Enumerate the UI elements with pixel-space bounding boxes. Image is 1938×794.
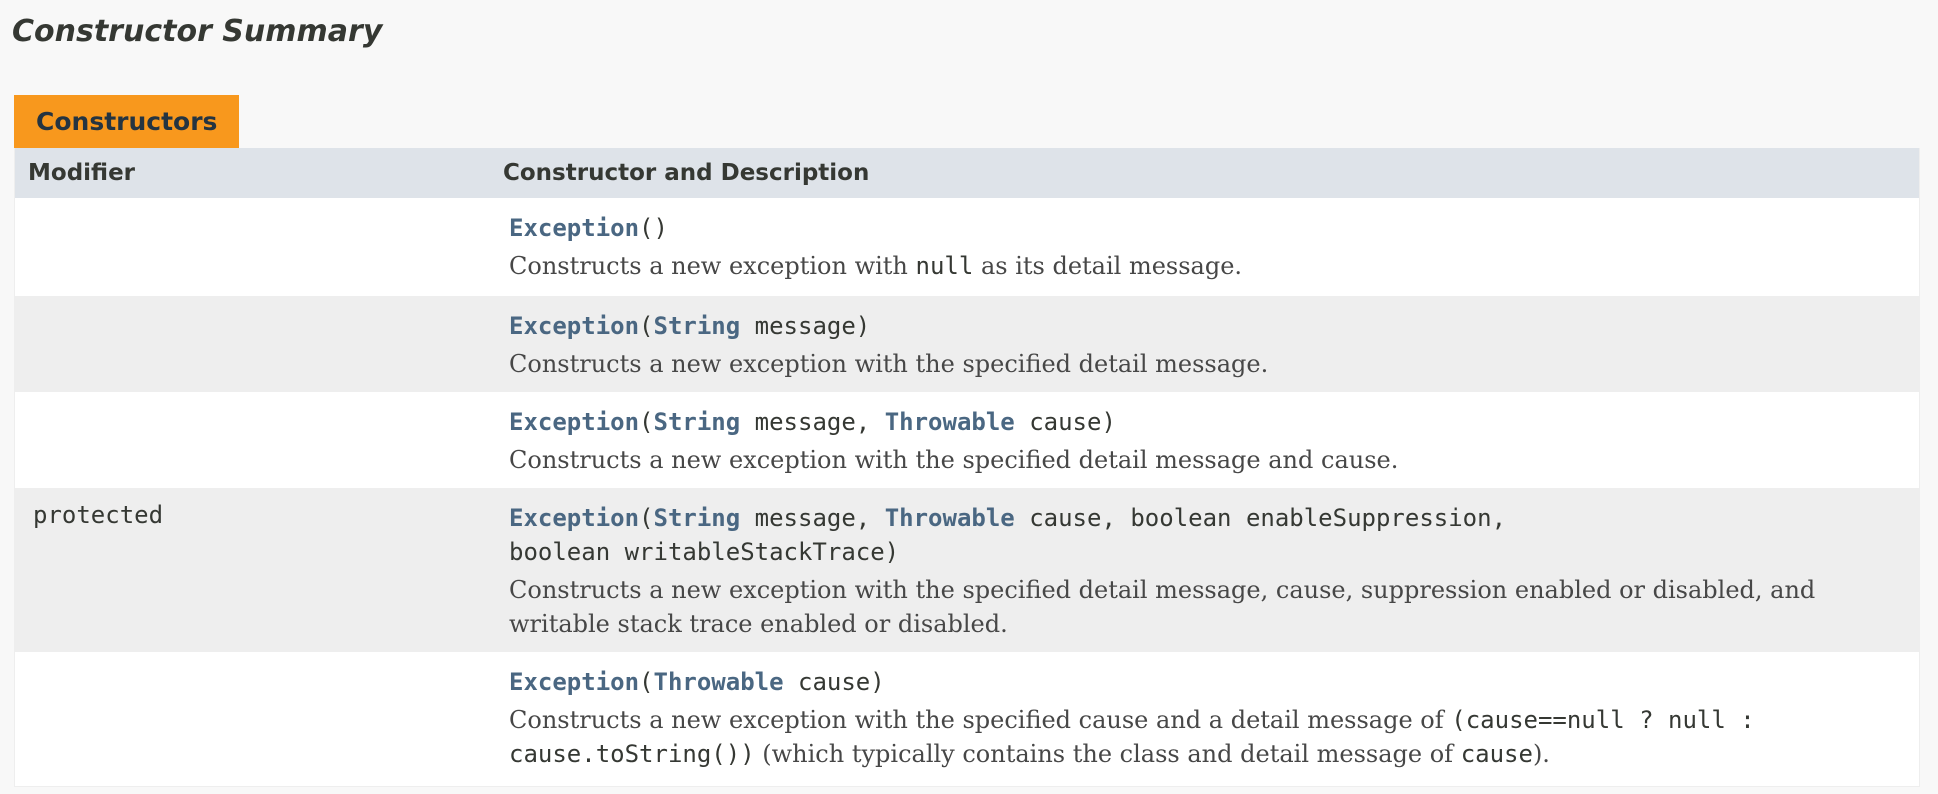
constructor-description: Constructs a new exception with the spec… <box>509 446 1399 474</box>
section-title: Constructor Summary <box>12 14 383 49</box>
signature-text: cause) <box>1014 408 1116 436</box>
modifier-cell <box>15 392 500 488</box>
constructor-cell: Exception(String message) Constructs a n… <box>500 296 1919 392</box>
description-text: Constructs a new exception with <box>509 252 916 280</box>
type-link-string[interactable]: String <box>654 408 741 436</box>
constructor-cell: Exception(String message, Throwable caus… <box>500 488 1919 652</box>
signature-text: cause, boolean enableSuppression, <box>1014 504 1507 532</box>
modifier-cell: protected <box>33 501 164 529</box>
constructor-signature: Exception() <box>509 211 1899 245</box>
constructor-cell: Exception(String message, Throwable caus… <box>500 392 1919 488</box>
type-link-throwable[interactable]: Throwable <box>654 668 784 696</box>
modifier-cell <box>15 198 500 296</box>
type-link-throwable[interactable]: Throwable <box>885 504 1015 532</box>
constructor-signature: Exception(String message, Throwable caus… <box>509 405 1899 439</box>
constructor-description: Constructs a new exception with the spec… <box>509 576 1816 638</box>
type-link-string[interactable]: String <box>654 504 741 532</box>
constructor-cell: Exception() Constructs a new exception w… <box>500 198 1919 296</box>
modifier-cell <box>15 296 500 392</box>
constructor-link[interactable]: Exception <box>509 408 639 436</box>
modifier-cell <box>15 652 500 786</box>
signature-text: cause) <box>783 668 885 696</box>
constructor-signature: Exception(String message, Throwable caus… <box>509 501 1899 569</box>
type-link-string[interactable]: String <box>654 312 741 340</box>
signature-text: ( <box>639 668 654 696</box>
constructor-link[interactable]: Exception <box>509 504 639 532</box>
signature-text: boolean writableStackTrace) <box>509 538 900 566</box>
constructor-signature: Exception(Throwable cause) <box>509 665 1899 699</box>
inline-code: cause <box>1460 740 1533 768</box>
constructor-link[interactable]: Exception <box>509 312 639 340</box>
signature-text: ( <box>639 504 654 532</box>
signature-text: ( <box>639 408 654 436</box>
signature-text: message) <box>740 312 871 340</box>
description-text: (which typically contains the class and … <box>754 740 1461 768</box>
table-row: Exception(String message, Throwable caus… <box>15 392 1919 488</box>
constructor-description: Constructs a new exception with the spec… <box>509 350 1269 378</box>
table-row: Exception() Constructs a new exception w… <box>15 198 1919 296</box>
constructor-signature: Exception(String message) <box>509 309 1899 343</box>
modifier-column-header: Modifier <box>28 160 136 186</box>
signature-text: message, <box>740 504 885 532</box>
constructor-link[interactable]: Exception <box>509 214 639 242</box>
constructors-tab: Constructors <box>14 95 240 148</box>
constructor-summary-table: Modifier Constructor and Description Exc… <box>14 148 1920 787</box>
signature-text: () <box>639 214 668 242</box>
signature-text: ( <box>639 312 654 340</box>
constructor-description: Constructs a new exception with the spec… <box>509 703 1899 771</box>
type-link-throwable[interactable]: Throwable <box>885 408 1015 436</box>
constructor-description: Constructs a new exception with null as … <box>509 249 1899 283</box>
table-row: Exception(String message) Constructs a n… <box>15 296 1919 392</box>
description-text: as its detail message. <box>973 252 1243 280</box>
inline-code: null <box>915 252 974 280</box>
description-text: ). <box>1532 740 1550 768</box>
signature-text: message, <box>740 408 885 436</box>
table-row: Exception(Throwable cause) Constructs a … <box>15 652 1919 786</box>
table-row: protected Exception(String message, Thro… <box>15 488 1919 652</box>
constructor-link[interactable]: Exception <box>509 668 639 696</box>
constructor-cell: Exception(Throwable cause) Constructs a … <box>500 652 1919 786</box>
description-text: Constructs a new exception with the spec… <box>509 706 1452 734</box>
table-header-row: Modifier Constructor and Description <box>15 148 1919 198</box>
constructor-column-header: Constructor and Description <box>503 160 870 186</box>
